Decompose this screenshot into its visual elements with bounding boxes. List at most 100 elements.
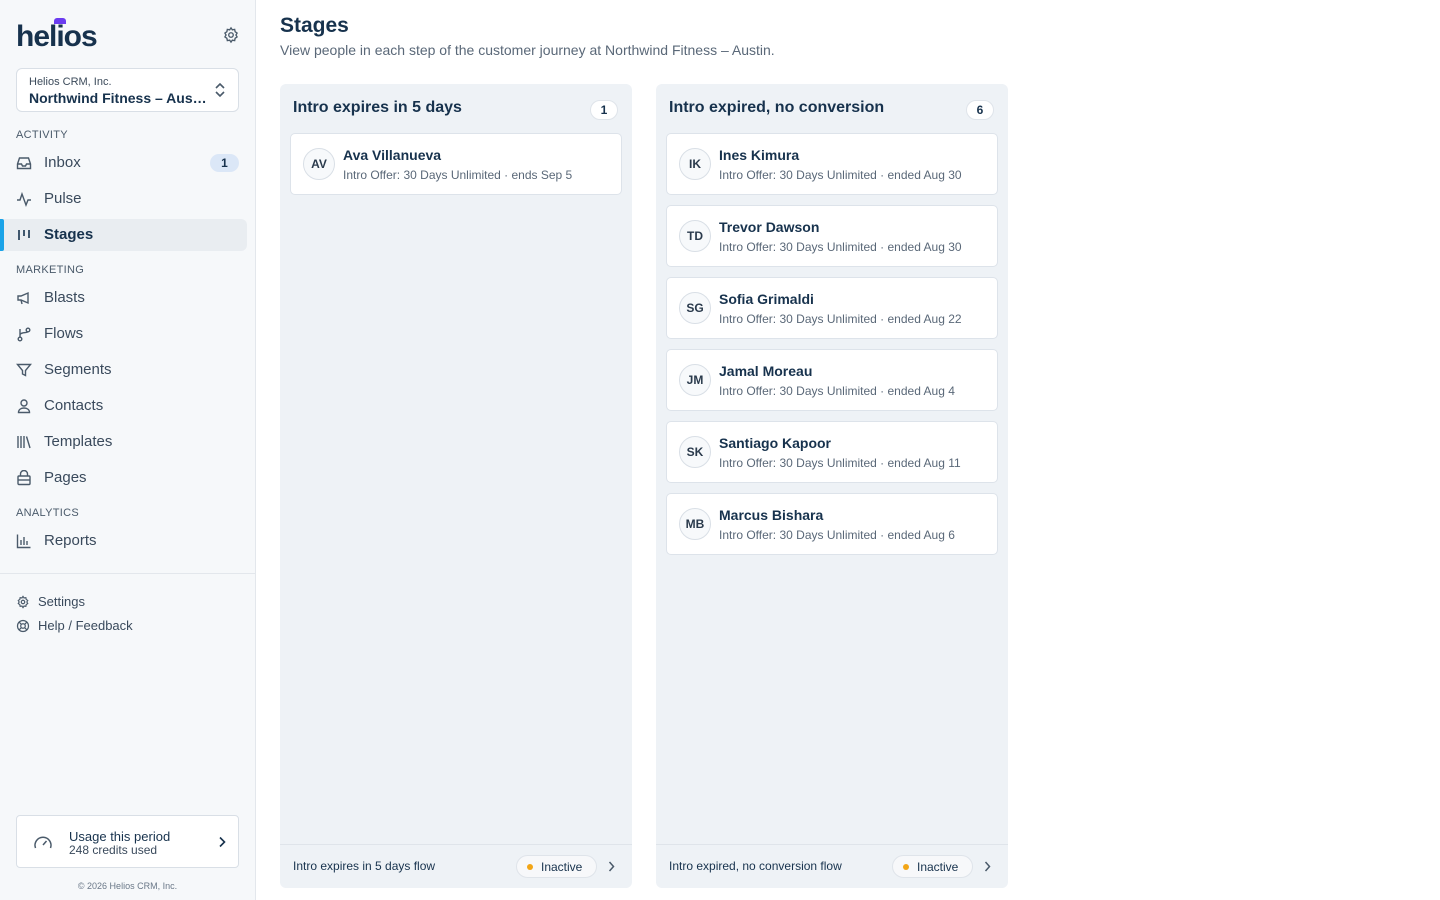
sidebar-item-pages[interactable]: Pages xyxy=(0,462,247,494)
sidebar-divider xyxy=(0,573,255,574)
workspace-org: Helios CRM, Inc. xyxy=(29,76,112,88)
chevron-right-icon[interactable] xyxy=(984,861,991,872)
filter-icon xyxy=(16,363,32,377)
sidebar-item-contacts[interactable]: Contacts xyxy=(0,390,247,422)
settings-link[interactable]: Settings xyxy=(16,593,106,611)
workspace-name: Northwind Fitness – Austin xyxy=(29,90,209,106)
pulse-icon xyxy=(17,191,31,207)
status-dot xyxy=(903,864,909,870)
page-icon xyxy=(17,470,31,486)
logo[interactable]: helios xyxy=(16,20,98,54)
flow-link[interactable]: Intro expires in 5 days flow xyxy=(293,859,435,873)
section-label-marketing: MARKETING xyxy=(16,264,85,276)
avatar: MB xyxy=(679,508,711,540)
contact-card[interactable]: SK Santiago Kapoor Intro Offer: 30 Days … xyxy=(666,421,998,483)
sidebar-item-label: Reports xyxy=(44,532,97,549)
copyright: © 2026 Helios CRM, Inc. xyxy=(77,881,178,891)
stage-title: Intro expired, no conversion xyxy=(669,99,885,116)
section-label-activity: ACTIVITY xyxy=(16,129,68,141)
flow-icon xyxy=(17,327,31,342)
inbox-icon xyxy=(16,157,32,170)
help-icon xyxy=(16,619,30,633)
sidebar-item-label: Pulse xyxy=(44,190,82,207)
library-icon xyxy=(17,436,31,449)
bar-chart-icon xyxy=(16,534,31,549)
contact-name: Sofia Grimaldi xyxy=(719,291,814,307)
sidebar-item-pulse[interactable]: Pulse xyxy=(0,183,247,215)
page-title: Stages xyxy=(280,14,349,37)
sidebar-item-label: Flows xyxy=(44,325,84,342)
contact-offer: Intro Offer: 30 Days Unlimited · ends Se… xyxy=(343,168,573,182)
status-badge: Inactive xyxy=(516,855,597,878)
sidebar-item-flows[interactable]: Flows xyxy=(0,318,247,350)
contact-card[interactable]: AV Ava Villanueva Intro Offer: 30 Days U… xyxy=(290,133,622,195)
chevron-right-icon[interactable] xyxy=(608,861,615,872)
usage-title: Usage this period xyxy=(69,829,171,844)
contact-name: Ines Kimura xyxy=(719,147,800,163)
sidebar-item-segments[interactable]: Segments xyxy=(0,354,247,386)
contact-name: Marcus Bishara xyxy=(719,507,824,523)
status-dot xyxy=(527,864,533,870)
stage-column: Intro expires in 5 days 1 AV Ava Villanu… xyxy=(280,84,632,888)
page-subtitle: View people in each step of the customer… xyxy=(280,42,775,58)
settings-link-label: Settings xyxy=(38,594,85,609)
flow-link[interactable]: Intro expired, no conversion flow xyxy=(669,859,842,873)
avatar: SK xyxy=(679,436,711,468)
sidebar-item-label: Templates xyxy=(44,433,113,450)
unread-badge: 1 xyxy=(210,154,239,172)
usage-card[interactable]: Usage this period 248 credits used xyxy=(16,815,239,868)
sidebar-item-label: Contacts xyxy=(44,397,104,414)
sidebar: helios Helios CRM, Inc. Northwind Fitnes… xyxy=(0,0,256,900)
logo-row: helios xyxy=(16,18,240,54)
stage-column: Intro expired, no conversion 6 IK Ines K… xyxy=(656,84,1008,888)
section-label-analytics: ANALYTICS xyxy=(16,507,80,519)
sidebar-item-label: Segments xyxy=(44,361,112,378)
usage-credits: 248 credits used xyxy=(69,843,158,857)
sidebar-item-label: Inbox xyxy=(44,154,81,171)
person-icon xyxy=(17,399,31,414)
workspace-switcher[interactable]: Helios CRM, Inc. Northwind Fitness – Aus… xyxy=(16,68,239,112)
contact-offer: Intro Offer: 30 Days Unlimited · ended A… xyxy=(719,240,962,254)
stages-icon xyxy=(18,230,30,240)
chevron-up-down-icon xyxy=(215,82,225,98)
gauge-icon xyxy=(34,836,52,849)
stage-flow-footer[interactable]: Intro expires in 5 days flow Inactive xyxy=(280,844,632,888)
stage-count-badge: 6 xyxy=(966,100,994,120)
contact-offer: Intro Offer: 30 Days Unlimited · ended A… xyxy=(719,528,955,542)
sidebar-item-label: Stages xyxy=(44,226,94,243)
avatar: AV xyxy=(303,148,335,180)
contact-card[interactable]: TD Trevor Dawson Intro Offer: 30 Days Un… xyxy=(666,205,998,267)
help-feedback-link[interactable]: Help / Feedback xyxy=(16,617,146,635)
gear-icon[interactable] xyxy=(222,26,240,44)
contact-offer: Intro Offer: 30 Days Unlimited · ended A… xyxy=(719,168,962,182)
stage-flow-footer[interactable]: Intro expired, no conversion flow Inacti… xyxy=(656,844,1008,888)
avatar: SG xyxy=(679,292,711,324)
contact-offer: Intro Offer: 30 Days Unlimited · ended A… xyxy=(719,312,962,326)
contact-card[interactable]: MB Marcus Bishara Intro Offer: 30 Days U… xyxy=(666,493,998,555)
contact-offer: Intro Offer: 30 Days Unlimited · ended A… xyxy=(719,384,955,398)
help-feedback-label: Help / Feedback xyxy=(38,618,133,633)
gear-icon xyxy=(17,595,29,609)
sidebar-item-inbox[interactable]: Inbox 1 xyxy=(0,147,247,179)
avatar: JM xyxy=(679,364,711,396)
sidebar-item-templates[interactable]: Templates xyxy=(0,426,247,458)
contact-name: Jamal Moreau xyxy=(719,363,813,379)
sidebar-item-stages[interactable]: Stages xyxy=(0,219,247,251)
stage-count-badge: 1 xyxy=(590,100,618,120)
status-text: Inactive xyxy=(917,860,959,874)
contact-name: Trevor Dawson xyxy=(719,219,820,235)
contact-card[interactable]: JM Jamal Moreau Intro Offer: 30 Days Unl… xyxy=(666,349,998,411)
contact-card[interactable]: IK Ines Kimura Intro Offer: 30 Days Unli… xyxy=(666,133,998,195)
contact-card[interactable]: SG Sofia Grimaldi Intro Offer: 30 Days U… xyxy=(666,277,998,339)
avatar: IK xyxy=(679,148,711,180)
avatar: TD xyxy=(679,220,711,252)
megaphone-icon xyxy=(17,291,29,305)
sidebar-item-blasts[interactable]: Blasts xyxy=(0,282,247,314)
stage-title: Intro expires in 5 days xyxy=(293,99,462,116)
chevron-right-icon xyxy=(219,836,226,848)
logo-mark xyxy=(54,18,66,24)
sidebar-item-reports[interactable]: Reports xyxy=(0,525,247,557)
status-text: Inactive xyxy=(541,860,583,874)
contact-offer: Intro Offer: 30 Days Unlimited · ended A… xyxy=(719,456,961,470)
status-badge: Inactive xyxy=(892,855,973,878)
